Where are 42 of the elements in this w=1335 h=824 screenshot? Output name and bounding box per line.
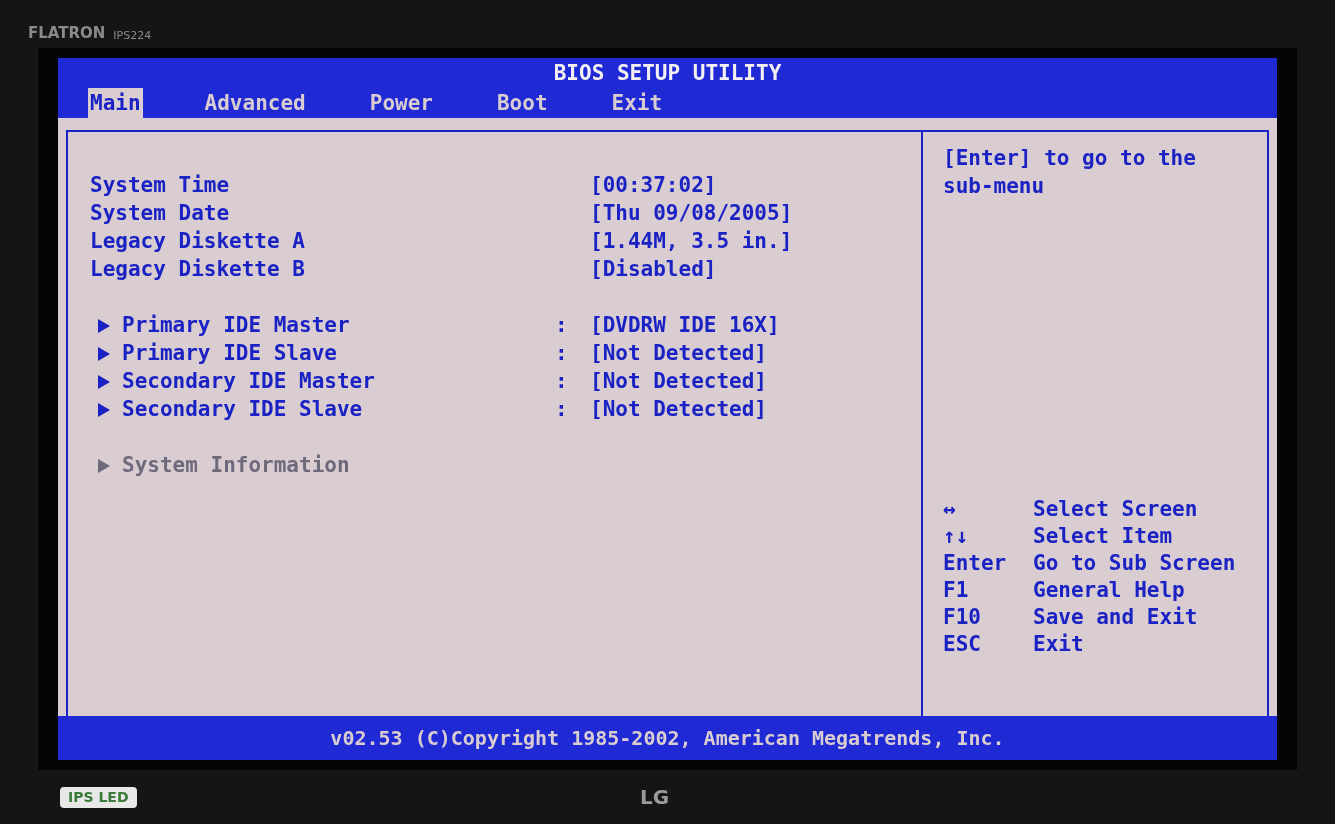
key-name: ESC xyxy=(943,630,982,658)
setting-value: [00:37:02] xyxy=(590,172,717,200)
key-action: Exit xyxy=(1033,630,1084,658)
menu-tab[interactable]: Power xyxy=(367,88,435,118)
menu-tab[interactable]: Exit xyxy=(609,88,665,118)
separator-text: : xyxy=(555,340,569,368)
monitor-brand: FLATRON xyxy=(28,22,106,44)
arrow-icon xyxy=(98,347,110,361)
key-name: Enter xyxy=(943,549,1008,577)
menu-tab[interactable]: Advanced xyxy=(202,88,308,118)
separator-text: : xyxy=(555,312,569,340)
key-name: F1 xyxy=(943,576,970,604)
key-name: ↔ xyxy=(943,495,957,523)
separator-text: : xyxy=(555,368,569,396)
key-name: F10 xyxy=(943,603,982,631)
arrow-icon xyxy=(98,403,110,417)
arrow-icon xyxy=(98,459,110,473)
setting-value: [Not Detected] xyxy=(590,396,767,424)
copyright-text: v02.53 (C)Copyright 1985-2002, American Megatrends, Inc. xyxy=(330,725,1005,752)
menu-tab[interactable]: Main xyxy=(88,88,143,118)
setting-value: [1.44M, 3.5 in.] xyxy=(590,228,793,256)
setting-value: [Not Detected] xyxy=(590,368,767,396)
setting-value: [Thu 09/08/2005] xyxy=(590,200,793,228)
submenu-label[interactable]: System Information xyxy=(122,450,350,482)
setting-value: [Not Detected] xyxy=(590,340,767,368)
monitor-badge: IPS LED xyxy=(60,786,137,808)
separator-text: : xyxy=(555,396,569,424)
arrow-icon xyxy=(98,375,110,389)
setting-value: [DVDRW IDE 16X] xyxy=(590,312,780,340)
window-title: BIOS SETUP UTILITY xyxy=(58,58,1277,88)
menu-tab[interactable]: Boot xyxy=(494,88,550,118)
key-action: Select Screen xyxy=(1033,495,1198,523)
help-text: [Enter] to go to the sub-menu xyxy=(943,145,1197,200)
key-action: General Help xyxy=(1033,576,1185,604)
monitor-model: IPS224 xyxy=(113,27,152,44)
key-name: ↑↓ xyxy=(943,522,970,550)
arrow-icon xyxy=(98,319,110,333)
key-action: Select Item xyxy=(1033,522,1173,550)
key-action: Save and Exit xyxy=(1033,603,1198,631)
setting-value: [Disabled] xyxy=(590,256,717,284)
monitor-logo: LG xyxy=(640,784,670,811)
key-action: Go to Sub Screen xyxy=(1033,549,1236,577)
